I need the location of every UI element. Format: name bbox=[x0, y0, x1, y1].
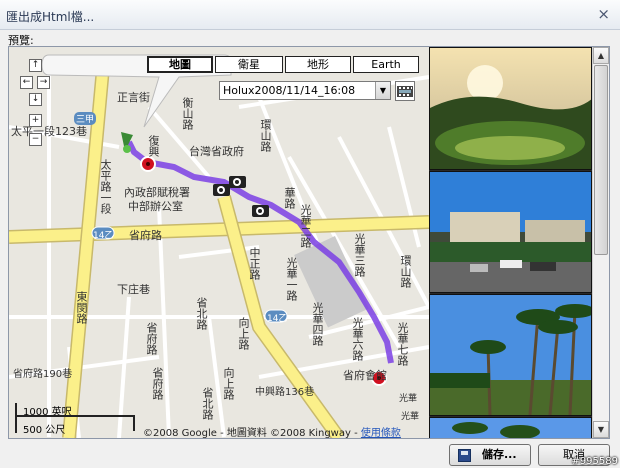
map-label: 中興路136巷 bbox=[255, 387, 315, 398]
map-label: 省府路 bbox=[145, 322, 158, 355]
save-button[interactable]: 儲存... bbox=[449, 444, 531, 466]
map-label: 太平路一段 bbox=[99, 159, 112, 214]
map-label: 光華一路 bbox=[285, 257, 298, 301]
watermark: #995589 bbox=[571, 456, 618, 467]
map-label: 光華四路 bbox=[311, 302, 324, 346]
map-view[interactable]: 正言街 三甲 太平一段123巷 衡山路 復興 太平路一段 環山路 台灣省政府 內… bbox=[9, 47, 429, 438]
map-type-satellite[interactable]: 衛星 bbox=[215, 56, 283, 73]
camera-icon[interactable] bbox=[229, 176, 246, 188]
map-label: 環山路 bbox=[399, 255, 412, 288]
pan-left-button[interactable]: ← bbox=[20, 76, 33, 89]
pan-right-button[interactable]: → bbox=[37, 76, 50, 89]
map-label: 台灣省政府 bbox=[189, 145, 244, 158]
map-label: 光華 bbox=[399, 394, 418, 404]
photo-palm-sky bbox=[430, 418, 591, 438]
photo-thumbnail[interactable] bbox=[429, 47, 592, 170]
scroll-up-button[interactable]: ▲ bbox=[593, 47, 609, 64]
track-select-value: Holux2008/11/14_16:08 bbox=[223, 84, 356, 97]
map-label: 省府路 bbox=[129, 229, 162, 242]
map-label: 光華三路 bbox=[353, 233, 366, 277]
photo-strip bbox=[429, 47, 592, 438]
photo-thumbnail[interactable] bbox=[429, 417, 592, 438]
window-title: 匯出成Html檔... bbox=[6, 10, 95, 24]
title-bar: 匯出成Html檔... × bbox=[0, 0, 620, 30]
photo-thumbnail[interactable] bbox=[429, 171, 592, 293]
map-type-earth[interactable]: Earth bbox=[353, 56, 419, 73]
film-strip-icon[interactable] bbox=[395, 81, 415, 101]
map-label: 環山路 bbox=[259, 119, 272, 152]
floppy-disk-icon bbox=[458, 449, 471, 462]
map-label: 省北路 bbox=[201, 387, 214, 420]
photo-garden-sunset bbox=[430, 48, 591, 169]
map-label: 中部辦公室 bbox=[128, 200, 183, 213]
close-icon[interactable]: × bbox=[597, 5, 610, 23]
map-label: 光華二路 bbox=[299, 204, 312, 248]
map-label: 下庄巷 bbox=[117, 283, 150, 296]
map-label: 省府路190巷 bbox=[13, 369, 73, 380]
marker-start bbox=[140, 156, 156, 172]
map-label: 省府會館 bbox=[343, 369, 387, 382]
map-label: 衡山路 bbox=[181, 97, 194, 130]
map-type-map[interactable]: 地圖 bbox=[147, 56, 213, 73]
map-label: 向上路 bbox=[237, 317, 250, 350]
map-label: 東閔路 bbox=[75, 291, 88, 324]
photo-building-parking bbox=[430, 172, 591, 292]
photo-thumbnail[interactable] bbox=[429, 294, 592, 416]
photo-palm-park bbox=[430, 295, 591, 415]
camera-icon[interactable] bbox=[252, 205, 269, 217]
pan-up-button[interactable]: ↑ bbox=[29, 59, 42, 72]
zoom-in-button[interactable]: + bbox=[29, 114, 42, 127]
map-label: 省北路 bbox=[195, 297, 208, 330]
camera-icon[interactable] bbox=[213, 184, 230, 196]
map-label: 向上路 bbox=[222, 367, 235, 400]
route-number: 14乙 bbox=[267, 314, 288, 324]
photo-scrollbar[interactable]: ▲ ▼ bbox=[592, 47, 609, 438]
track-select[interactable]: Holux2008/11/14_16:08 ▼ bbox=[219, 81, 391, 100]
map-label: 省府路 bbox=[151, 367, 164, 400]
zoom-out-button[interactable]: − bbox=[29, 133, 42, 146]
map-label: 華路 bbox=[283, 187, 296, 209]
map-scale: 1000 英呎 500 公尺 bbox=[13, 403, 163, 437]
map-label: 正言街 bbox=[117, 91, 150, 104]
scroll-thumb[interactable] bbox=[594, 65, 608, 255]
map-label: 光華六路 bbox=[351, 317, 364, 361]
terms-link[interactable]: 使用條款 bbox=[361, 428, 401, 438]
chevron-down-icon[interactable]: ▼ bbox=[375, 82, 390, 99]
preview-frame: 正言街 三甲 太平一段123巷 衡山路 復興 太平路一段 環山路 台灣省政府 內… bbox=[8, 46, 610, 439]
map-label: 光華七路 bbox=[396, 322, 409, 366]
map-label: 中正路 bbox=[248, 247, 261, 280]
film-strip-glyph bbox=[397, 86, 413, 97]
route-number: 14乙 bbox=[93, 231, 114, 241]
map-label: 復興 bbox=[147, 135, 160, 157]
scale-meters: 500 公尺 bbox=[23, 425, 66, 436]
map-label: 光華 bbox=[401, 412, 420, 422]
map-type-terrain[interactable]: 地形 bbox=[285, 56, 351, 73]
copyright-text: ©2008 Google - 地圖資料 ©2008 Kingway - bbox=[143, 428, 361, 438]
pan-down-button[interactable]: ↓ bbox=[29, 93, 42, 106]
map-type-bar: 地圖 衛星 地形 Earth bbox=[147, 56, 421, 73]
scroll-down-button[interactable]: ▼ bbox=[593, 421, 609, 438]
save-button-label: 儲存... bbox=[482, 448, 517, 461]
map-copyright: ©2008 Google - 地圖資料 ©2008 Kingway - 使用條款 bbox=[143, 424, 401, 438]
map-label: 太平一段123巷 bbox=[11, 125, 87, 138]
